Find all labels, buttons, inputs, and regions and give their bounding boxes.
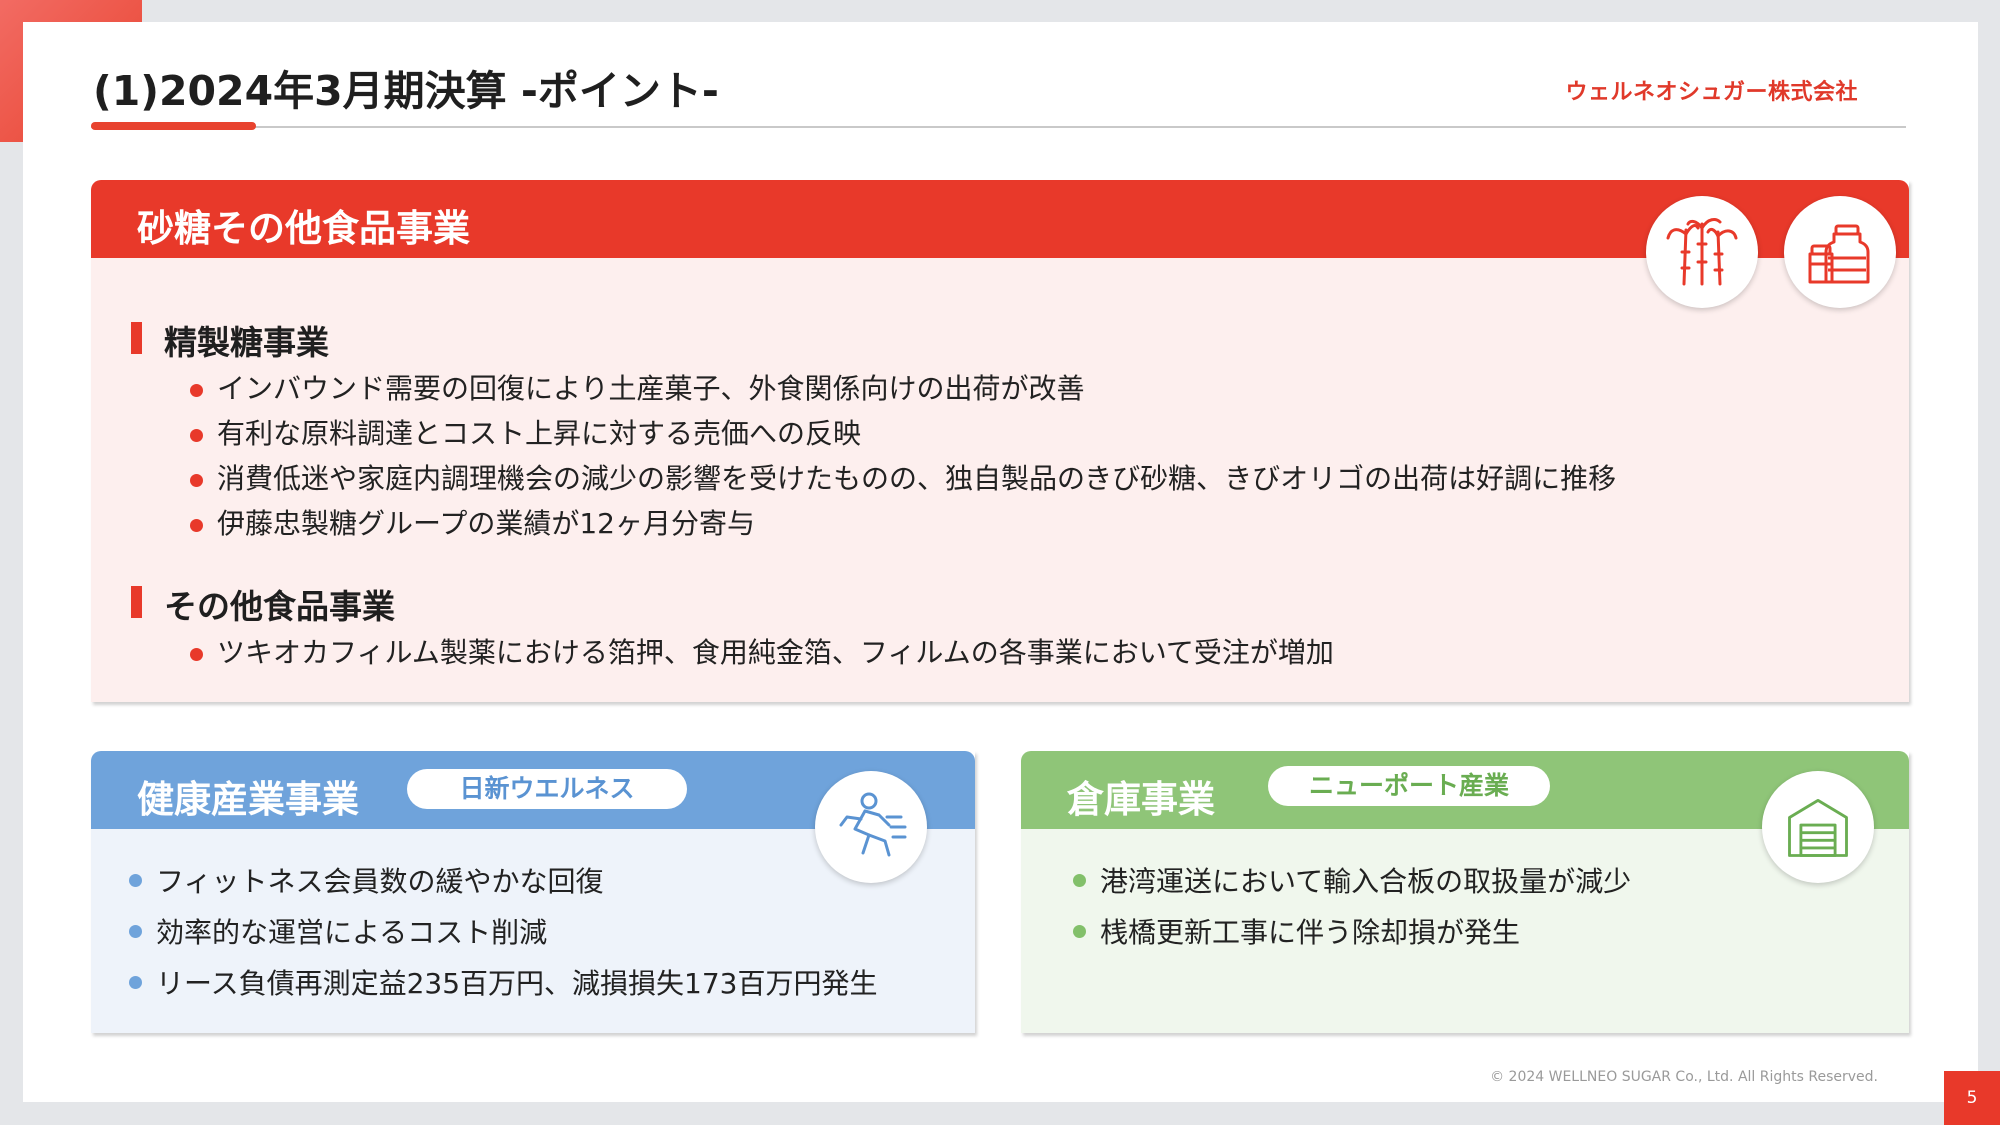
list-item: 桟橋更新工事に伴う除却損が発生 — [1071, 907, 1631, 958]
other-food-heading: その他食品事業 — [131, 580, 395, 628]
title-divider — [91, 126, 1906, 128]
health-company-badge: 日新ウエルネス — [407, 769, 687, 809]
sugarcane-icon — [1646, 196, 1758, 308]
list-item: 港湾運送において輸入合板の取扱量が減少 — [1071, 856, 1631, 907]
warehouse-company-badge: ニューポート産業 — [1268, 766, 1550, 806]
title-divider-accent — [91, 122, 256, 130]
health-bullets: フィットネス会員数の緩やかな回復 効率的な運営によるコスト削減 リース負債再測定… — [127, 856, 878, 1009]
health-business-panel: 健康産業事業 日新ウエルネス フィットネス会員数の緩やかな回復 効率的な運営によ… — [91, 751, 975, 1033]
list-item: 効率的な運営によるコスト削減 — [127, 907, 878, 958]
refined-sugar-bullets: インバウンド需要の回復により土産菓子、外食関係向けの出荷が改善 有利な原料調達と… — [188, 366, 1616, 546]
sugar-panel-title: 砂糖その他食品事業 — [137, 207, 470, 250]
list-item: ツキオカフィルム製薬における箔押、食用純金箔、フィルムの各事業において受注が増加 — [188, 630, 1334, 675]
warehouse-bullets: 港湾運送において輸入合板の取扱量が減少 桟橋更新工事に伴う除却損が発生 — [1071, 856, 1631, 958]
warehouse-icon — [1762, 771, 1874, 883]
brand-logo: ウェルネオシュガー株式会社 — [1565, 80, 1858, 105]
other-food-bullets: ツキオカフィルム製薬における箔押、食用純金箔、フィルムの各事業において受注が増加 — [188, 630, 1334, 675]
refined-sugar-heading: 精製糖事業 — [131, 316, 329, 364]
list-item: インバウンド需要の回復により土産菓子、外食関係向けの出荷が改善 — [188, 366, 1616, 411]
list-item: フィットネス会員数の緩やかな回復 — [127, 856, 878, 907]
sugar-business-panel: 砂糖その他食品事業 精製糖事業 インバウンド需要の回復により土産菓子、外食関係向… — [91, 180, 1909, 702]
copyright-notice: © 2024 WELLNEO SUGAR Co., Ltd. All Right… — [1490, 1069, 1878, 1085]
packaged-food-icon — [1784, 196, 1896, 308]
health-panel-title: 健康産業事業 — [137, 778, 359, 821]
list-item: 有利な原料調達とコスト上昇に対する売価への反映 — [188, 411, 1616, 456]
warehouse-panel-title: 倉庫事業 — [1067, 778, 1215, 821]
list-item: 伊藤忠製糖グループの業績が12ヶ月分寄与 — [188, 501, 1616, 546]
list-item: リース負債再測定益235百万円、減損損失173百万円発生 — [127, 958, 878, 1009]
warehouse-business-panel: 倉庫事業 ニューポート産業 港湾運送において輸入合板の取扱量が減少 桟橋更新工事… — [1021, 751, 1909, 1033]
list-item: 消費低迷や家庭内調理機会の減少の影響を受けたものの、独自製品のきび砂糖、きびオリ… — [188, 456, 1616, 501]
page-title: (1)2024年3月期決算 -ポイント- — [93, 67, 719, 115]
sugar-panel-header: 砂糖その他食品事業 — [91, 180, 1909, 258]
page-number: 5 — [1944, 1071, 2000, 1125]
slide: (1)2024年3月期決算 -ポイント- ウェルネオシュガー株式会社 砂糖その他… — [23, 22, 1978, 1102]
